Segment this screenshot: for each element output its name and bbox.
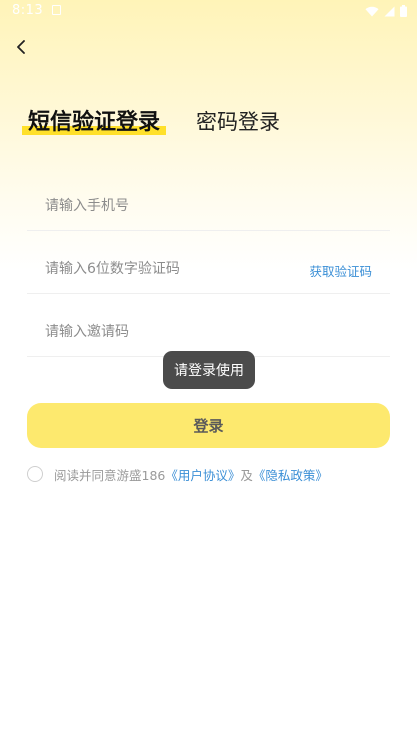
notification-icon: [52, 5, 61, 15]
signal-icon: [384, 6, 395, 16]
status-time: 8:13: [12, 3, 44, 18]
wifi-icon: [365, 6, 379, 16]
agreement-row: 阅读并同意游盛186 《用户协议》 及 《隐私政策》: [27, 464, 328, 484]
tab-sms-login-label: 短信验证登录: [28, 110, 161, 135]
invite-input[interactable]: [45, 320, 285, 344]
tab-password-login[interactable]: 密码登录: [196, 106, 280, 136]
agreement-and: 及: [240, 467, 253, 483]
login-tabs: 短信验证登录 密码登录: [22, 100, 280, 136]
privacy-policy-link[interactable]: 《隐私政策》: [253, 465, 328, 484]
login-button[interactable]: 登录: [27, 403, 390, 448]
user-agreement-link[interactable]: 《用户协议》: [165, 465, 240, 484]
back-arrow-icon: [17, 40, 25, 54]
invite-field: [27, 310, 390, 357]
code-field: 获取验证码: [27, 247, 390, 294]
phone-input[interactable]: [45, 194, 285, 218]
radio-unchecked-icon[interactable]: [27, 466, 43, 482]
back-button[interactable]: [8, 34, 34, 60]
status-icons: [365, 4, 407, 18]
phone-field: [27, 184, 390, 231]
get-code-button[interactable]: 获取验证码: [309, 261, 372, 280]
agreement-prefix: 阅读并同意游盛186: [54, 467, 166, 483]
status-bar: 8:13: [0, 0, 417, 24]
code-input[interactable]: [45, 257, 285, 281]
toast-message: 请登录使用: [163, 351, 255, 389]
battery-icon: [400, 5, 407, 17]
tab-sms-login[interactable]: 短信验证登录: [22, 104, 167, 136]
